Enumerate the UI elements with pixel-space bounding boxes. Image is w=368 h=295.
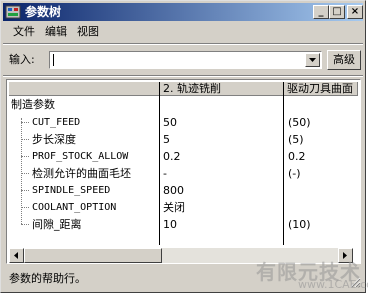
column-divider [283, 82, 284, 245]
param-ref-value: (-) [288, 167, 301, 180]
param-value[interactable]: 关闭 [163, 199, 185, 216]
param-name[interactable]: COOLANT_OPTION [32, 199, 116, 216]
parameter-grid: 2. 轨迹铣削 驱动刀具曲面 制造参数 CUT_FEED 50 (50) 步长深… [6, 79, 361, 264]
param-value[interactable]: 5 [163, 131, 170, 148]
menu-bar: 文件 编辑 视图 [3, 23, 363, 41]
maximize-button[interactable]: □ [329, 5, 345, 19]
param-name[interactable]: 步长深度 [32, 131, 76, 148]
input-combobox[interactable] [49, 51, 322, 69]
menu-divider [3, 43, 363, 45]
column-header-drive-surface[interactable]: 驱动刀具曲面 [284, 82, 358, 96]
status-bar-text: 参数的帮助行。 [9, 272, 86, 285]
param-ref-value: (50) [288, 116, 311, 129]
tree-branch [21, 139, 29, 140]
menu-file[interactable]: 文件 [13, 25, 35, 39]
combo-dropdown-button[interactable] [305, 53, 320, 67]
param-name[interactable]: PROF_STOCK_ALLOW [32, 148, 128, 165]
chevron-down-icon [309, 58, 316, 62]
minimize-button[interactable]: _ [313, 5, 329, 19]
param-value[interactable]: 0.2 [163, 148, 181, 165]
toolbar-divider [3, 75, 363, 77]
column-header-name[interactable] [9, 82, 160, 96]
parameter-tree-icon [5, 5, 21, 19]
tree-branch [21, 156, 29, 157]
window-title: 参数树 [25, 5, 62, 19]
param-ref-value: (10) [288, 218, 311, 231]
param-value[interactable]: 50 [163, 114, 177, 131]
param-value[interactable]: 10 [163, 216, 177, 233]
param-name[interactable]: CUT_FEED [32, 114, 80, 131]
tree-connector [21, 118, 22, 224]
parameter-tree-window: 参数树 _ □ × 文件 编辑 视图 输入: 高级 2. 轨迹铣削 驱动刀具曲面… [0, 0, 368, 293]
param-ref-value: 0.2 [288, 150, 306, 163]
param-value[interactable]: 800 [163, 182, 184, 199]
column-divider [159, 82, 160, 245]
text-caret [53, 54, 54, 66]
param-name[interactable]: 检测允许的曲面毛坯 [32, 165, 131, 182]
tree-branch [21, 224, 29, 225]
tree-branch [21, 122, 29, 123]
param-name[interactable]: 间隙_距离 [32, 216, 82, 233]
param-value[interactable]: - [163, 165, 167, 182]
param-name[interactable]: SPINDLE_SPEED [32, 182, 110, 199]
tree-root-label[interactable]: 制造参数 [11, 96, 55, 113]
tree-branch [21, 190, 29, 191]
param-ref-value: (5) [288, 133, 304, 146]
horizontal-scrollbar[interactable] [9, 248, 353, 263]
chevron-left-icon [14, 252, 18, 259]
tree-branch [21, 207, 29, 208]
scroll-left-button[interactable] [9, 248, 24, 263]
input-label: 输入: [9, 53, 35, 66]
scroll-thumb[interactable] [24, 248, 162, 263]
title-bar[interactable]: 参数树 _ □ × [3, 3, 363, 21]
menu-view[interactable]: 视图 [77, 25, 99, 39]
scroll-right-button[interactable] [338, 248, 353, 263]
resize-grip-icon[interactable] [350, 277, 361, 288]
close-button[interactable]: × [347, 5, 363, 19]
column-header-trajectory-milling[interactable]: 2. 轨迹铣削 [160, 82, 284, 96]
tree-branch [21, 173, 29, 174]
menu-edit[interactable]: 编辑 [45, 25, 67, 39]
chevron-right-icon [343, 252, 347, 259]
advanced-button[interactable]: 高级 [327, 50, 361, 70]
